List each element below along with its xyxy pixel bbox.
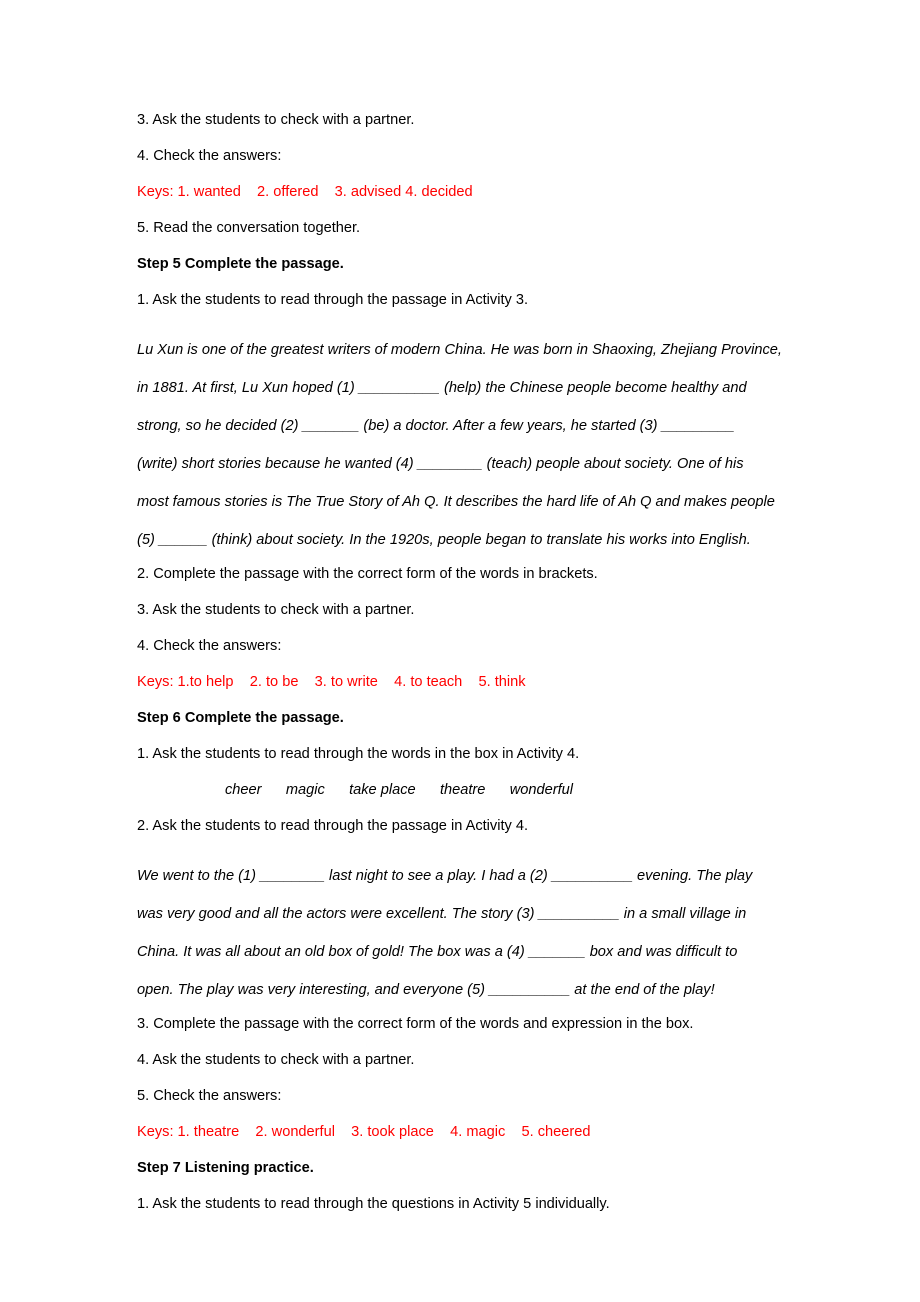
instruction-line: 4. Ask the students to check with a part… [137, 1052, 415, 1068]
cloze-passage-line: (5) ______ (think) about society. In the… [137, 532, 751, 548]
instruction-line: 5. Read the conversation together. [137, 220, 361, 236]
cloze-passage-line: in 1881. At first, Lu Xun hoped (1) ____… [137, 380, 747, 396]
instruction-line: 1. Ask the students to read through the … [137, 746, 580, 762]
answer-keys-line: Keys: 1.to help 2. to be 3. to write 4. … [137, 674, 526, 690]
instruction-line: 1. Ask the students to read through the … [137, 292, 529, 308]
instruction-line: 3. Ask the students to check with a part… [137, 602, 415, 618]
instruction-line: 4. Check the answers: [137, 638, 282, 654]
cloze-passage-line: China. It was all about an old box of go… [137, 944, 738, 960]
answer-keys-line: Keys: 1. theatre 2. wonderful 3. took pl… [137, 1124, 591, 1140]
word-bank-row: cheer magic take place theatre wonderful [225, 782, 573, 798]
step-heading: Step 6 Complete the passage. [137, 710, 344, 726]
instruction-line: 1. Ask the students to read through the … [137, 1196, 610, 1212]
document-body: 3. Ask the students to check with a part… [137, 112, 782, 1213]
instruction-line: 3. Complete the passage with the correct… [137, 1016, 694, 1032]
instruction-line: 3. Ask the students to check with a part… [137, 112, 415, 128]
instruction-line: 4. Check the answers: [137, 148, 282, 164]
cloze-passage-line: Lu Xun is one of the greatest writers of… [137, 342, 782, 358]
document-page: 3. Ask the students to check with a part… [0, 0, 920, 1302]
cloze-passage-line: most famous stories is The True Story of… [137, 494, 775, 510]
answer-keys-line: Keys: 1. wanted 2. offered 3. advised 4.… [137, 184, 473, 200]
cloze-passage-line: open. The play was very interesting, and… [137, 982, 715, 998]
cloze-passage-line: We went to the (1) ________ last night t… [137, 868, 753, 884]
instruction-line: 5. Check the answers: [137, 1088, 282, 1104]
step-heading: Step 7 Listening practice. [137, 1160, 314, 1176]
cloze-passage-line: was very good and all the actors were ex… [137, 906, 747, 922]
instruction-line: 2. Ask the students to read through the … [137, 818, 529, 834]
cloze-passage-line: (write) short stories because he wanted … [137, 456, 744, 472]
step-heading: Step 5 Complete the passage. [137, 256, 344, 272]
cloze-passage-line: strong, so he decided (2) _______ (be) a… [137, 418, 735, 434]
instruction-line: 2. Complete the passage with the correct… [137, 566, 598, 582]
